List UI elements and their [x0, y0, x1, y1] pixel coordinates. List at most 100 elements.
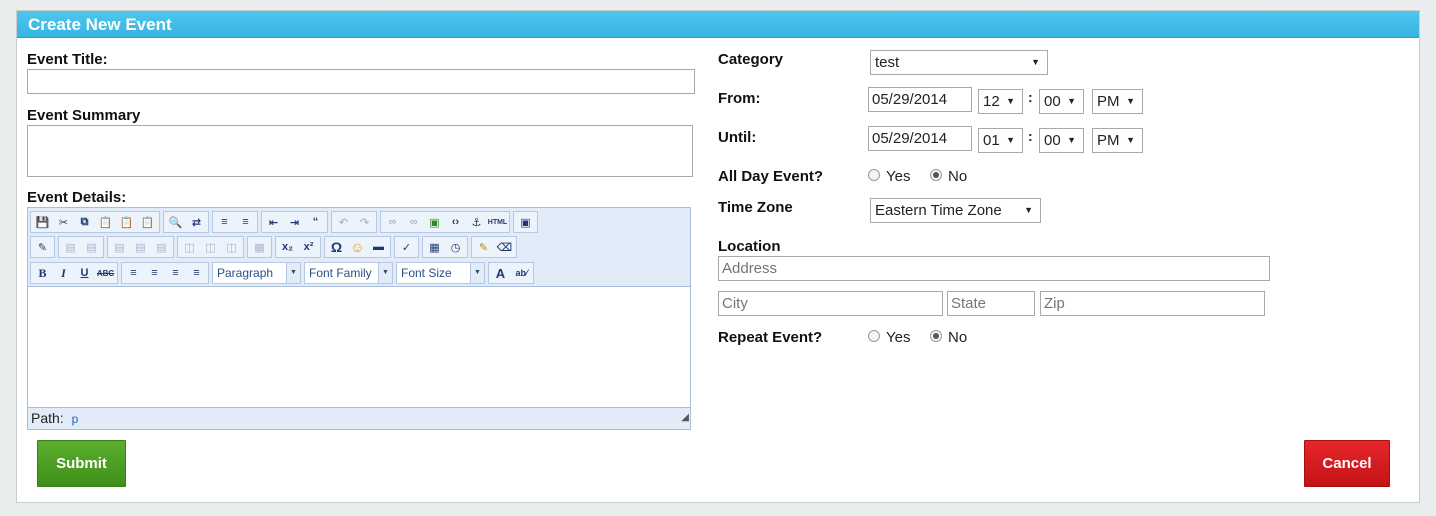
- font-size-label: Font Size: [401, 266, 452, 280]
- insert-col-icon[interactable]: ◫: [179, 237, 200, 257]
- redo-icon[interactable]: ↷: [354, 212, 375, 232]
- split-cell-icon[interactable]: ▤: [151, 237, 172, 257]
- from-minute-select[interactable]: 00 ▼: [1039, 89, 1084, 114]
- time-zone-select[interactable]: Eastern Time Zone ▼: [870, 198, 1041, 223]
- align-left-icon[interactable]: ≡: [123, 263, 144, 283]
- table-row-before-icon[interactable]: ▤: [60, 237, 81, 257]
- spellcheck-icon[interactable]: ✓: [396, 237, 417, 257]
- underline-icon[interactable]: U: [74, 263, 95, 283]
- panel-title: Create New Event: [17, 11, 1419, 38]
- submit-button[interactable]: Submit: [37, 440, 126, 487]
- paste-icon[interactable]: 📋: [95, 212, 116, 232]
- all-day-yes-radio[interactable]: [868, 169, 880, 181]
- editor-toolbar: 💾 ✂ ⧉ 📋 📋 📋 🔍 ⇄ ≡ ≡ ⇤ ⇥ “ ↶ ↷ ∞ ∞ ▣ ‹› ⚓…: [28, 208, 690, 287]
- undo-icon[interactable]: ↶: [333, 212, 354, 232]
- text-color-icon[interactable]: A: [490, 263, 511, 283]
- delete-col-icon[interactable]: ◫: [200, 237, 221, 257]
- chevron-down-icon: ▼: [1031, 57, 1040, 67]
- paragraph-format-select[interactable]: Paragraph ▼: [212, 262, 301, 284]
- state-input[interactable]: [947, 291, 1035, 316]
- editor-content-area[interactable]: [28, 287, 690, 407]
- repeat-event-label: Repeat Event?: [718, 329, 823, 346]
- path-element-link[interactable]: p: [72, 412, 79, 426]
- repeat-no-label: No: [948, 329, 968, 346]
- category-value: test: [875, 54, 900, 71]
- repeat-no-radio[interactable]: [930, 330, 942, 342]
- italic-icon[interactable]: I: [53, 263, 74, 283]
- font-family-label: Font Family: [309, 266, 372, 280]
- location-label: Location: [718, 238, 781, 255]
- eraser-icon[interactable]: ⌫: [494, 237, 515, 257]
- indent-icon[interactable]: ⇥: [284, 212, 305, 232]
- fullscreen-icon[interactable]: ▣: [515, 212, 536, 232]
- until-hour-value: 01: [983, 132, 1000, 149]
- cut-icon[interactable]: ✂: [53, 212, 74, 232]
- delete-row-icon[interactable]: ▤: [130, 237, 151, 257]
- replace-icon[interactable]: ⇄: [186, 212, 207, 232]
- hr-icon[interactable]: ▬: [368, 237, 389, 257]
- outdent-icon[interactable]: ⇤: [263, 212, 284, 232]
- cancel-button[interactable]: Cancel: [1304, 440, 1390, 487]
- until-minute-select[interactable]: 00 ▼: [1039, 128, 1084, 153]
- insert-row-icon[interactable]: ▤: [109, 237, 130, 257]
- event-title-input[interactable]: [27, 69, 695, 94]
- unlink-icon[interactable]: ∞: [403, 212, 424, 232]
- font-family-select[interactable]: Font Family ▼: [304, 262, 393, 284]
- special-char-icon[interactable]: Ω: [326, 237, 347, 257]
- emoticon-icon[interactable]: ☺: [347, 237, 368, 257]
- from-ampm-select[interactable]: PM ▼: [1092, 89, 1143, 114]
- bullet-list-icon[interactable]: ≡: [214, 212, 235, 232]
- align-right-icon[interactable]: ≡: [165, 263, 186, 283]
- align-center-icon[interactable]: ≡: [144, 263, 165, 283]
- numbered-list-icon[interactable]: ≡: [235, 212, 256, 232]
- justify-icon[interactable]: ≡: [186, 263, 207, 283]
- city-input[interactable]: [718, 291, 943, 316]
- event-summary-label: Event Summary: [27, 107, 141, 124]
- chevron-down-icon: ▼: [470, 263, 484, 283]
- from-date-input[interactable]: [868, 87, 972, 112]
- bold-icon[interactable]: B: [32, 263, 53, 283]
- from-hour-select[interactable]: 12 ▼: [978, 89, 1023, 114]
- category-select[interactable]: test ▼: [870, 50, 1048, 75]
- repeat-yes-radio[interactable]: [868, 330, 880, 342]
- address-input[interactable]: [718, 256, 1270, 281]
- cleanup-icon[interactable]: ✎: [473, 237, 494, 257]
- all-day-no-radio[interactable]: [930, 169, 942, 181]
- font-size-select[interactable]: Font Size ▼: [396, 262, 485, 284]
- blockquote-icon[interactable]: “: [305, 212, 326, 232]
- paste-word-icon[interactable]: 📋: [137, 212, 158, 232]
- image-icon[interactable]: ▣: [424, 212, 445, 232]
- table-icon[interactable]: ▦: [249, 237, 270, 257]
- link-icon[interactable]: ∞: [382, 212, 403, 232]
- from-hour-value: 12: [983, 93, 1000, 110]
- save-icon[interactable]: 💾: [32, 212, 53, 232]
- repeat-yes-label: Yes: [886, 329, 911, 346]
- from-ampm-value: PM: [1097, 93, 1120, 110]
- find-icon[interactable]: 🔍: [165, 212, 186, 232]
- html-icon[interactable]: HTML: [487, 212, 508, 232]
- subscript-icon[interactable]: x₂: [277, 237, 298, 257]
- date-icon[interactable]: ▦: [424, 237, 445, 257]
- copy-icon[interactable]: ⧉: [74, 212, 95, 232]
- until-hour-select[interactable]: 01 ▼: [978, 128, 1023, 153]
- edit-icon[interactable]: ✎: [32, 237, 53, 257]
- table-row-after-icon[interactable]: ▤: [81, 237, 102, 257]
- category-label: Category: [718, 51, 784, 68]
- strikethrough-icon[interactable]: ABC: [95, 263, 116, 283]
- anchor-icon[interactable]: ⚓: [466, 212, 487, 232]
- until-ampm-select[interactable]: PM ▼: [1092, 128, 1143, 153]
- event-details-label: Event Details:: [27, 189, 127, 206]
- time-zone-label: Time Zone: [718, 199, 793, 216]
- code-icon[interactable]: ‹›: [445, 212, 466, 232]
- time-icon[interactable]: ◷: [445, 237, 466, 257]
- all-day-yes-label: Yes: [886, 168, 911, 185]
- event-summary-textarea[interactable]: [27, 125, 693, 177]
- until-label: Until:: [718, 129, 757, 146]
- until-date-input[interactable]: [868, 126, 972, 151]
- superscript-icon[interactable]: x²: [298, 237, 319, 257]
- zip-input[interactable]: [1040, 291, 1265, 316]
- highlight-icon[interactable]: ab⁄: [511, 263, 532, 283]
- paste-text-icon[interactable]: 📋: [116, 212, 137, 232]
- resize-handle-icon[interactable]: ◢: [681, 407, 689, 428]
- merge-cell-icon[interactable]: ◫: [221, 237, 242, 257]
